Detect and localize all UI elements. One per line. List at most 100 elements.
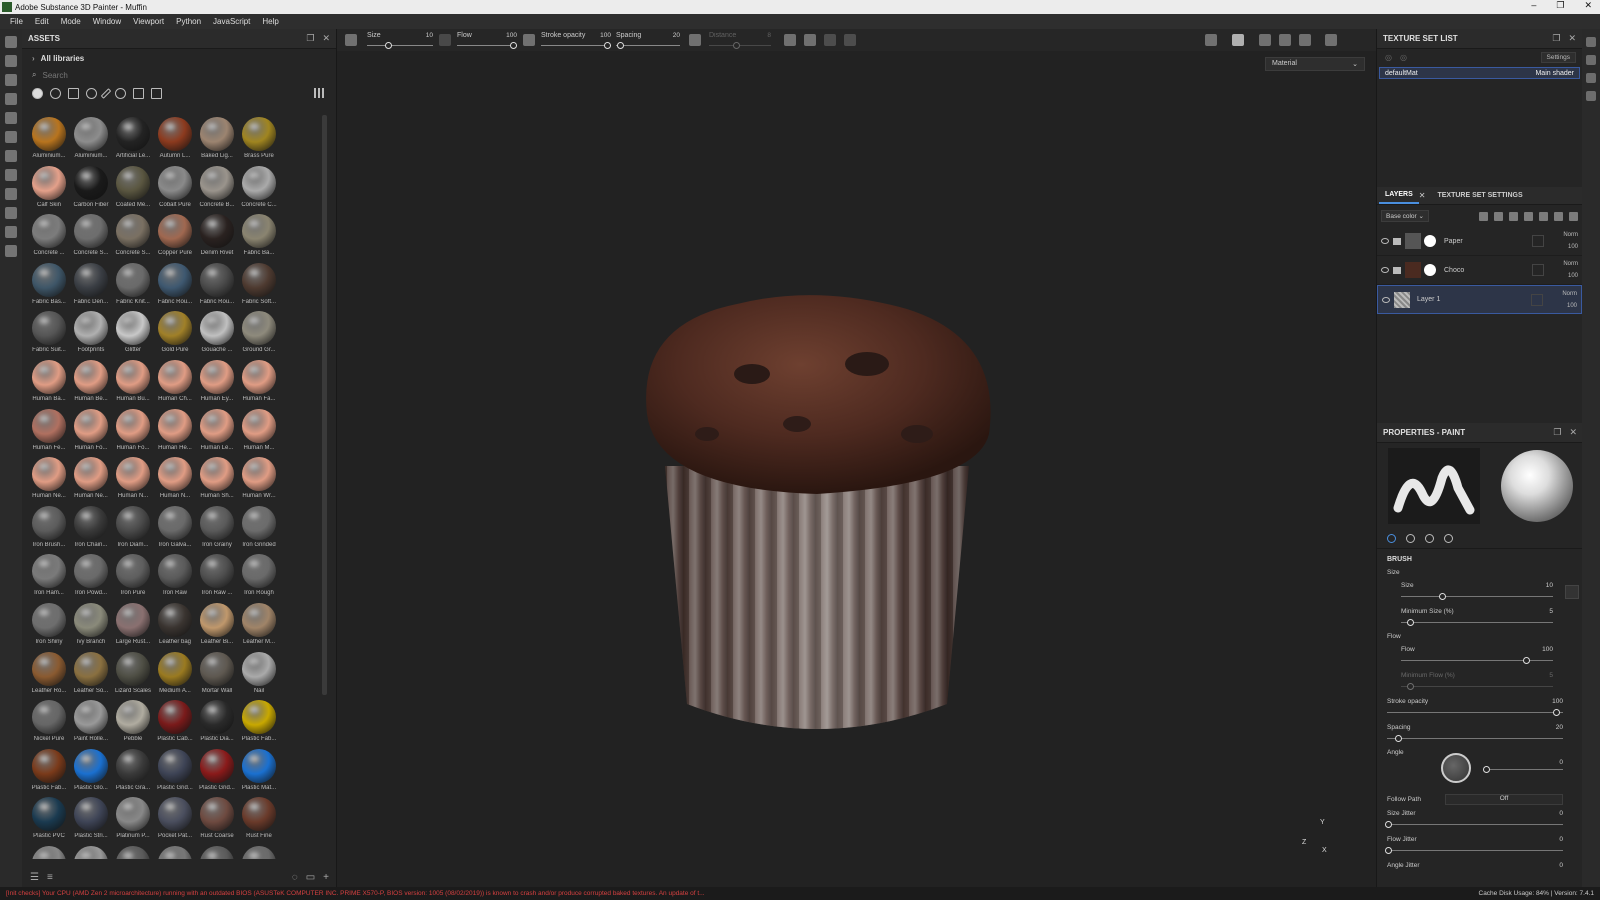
flow-knob[interactable] (1523, 657, 1530, 664)
pressure-icon[interactable] (439, 34, 451, 46)
texture-set-settings-button[interactable]: Settings (1540, 52, 1576, 63)
asset-item[interactable]: Gouache ... (196, 309, 238, 358)
sort-icon[interactable]: ☰ (30, 872, 39, 883)
asset-item[interactable]: Copper Pure (154, 212, 196, 261)
view-mode-icon[interactable] (314, 88, 324, 98)
asset-item[interactable]: Plastic Mat... (238, 747, 280, 796)
asset-item[interactable]: Concrete C... (238, 164, 280, 213)
material-tab-icon[interactable] (1444, 534, 1453, 543)
asset-item[interactable]: Aluminium... (70, 115, 112, 164)
flow-track[interactable] (1401, 660, 1553, 661)
asset-item[interactable]: Fabric Knit... (112, 261, 154, 310)
hide-icon[interactable]: ◎ (1400, 53, 1407, 62)
asset-item[interactable]: Paint Rolle... (70, 698, 112, 747)
pause-icon[interactable] (1232, 34, 1244, 46)
layer-blend[interactable]: Norm 100 (1562, 288, 1577, 312)
asset-item[interactable]: Plastic Gra... (112, 747, 154, 796)
close-panel-icon[interactable]: ✕ (322, 33, 330, 44)
log-icon[interactable] (1586, 91, 1596, 101)
asset-item[interactable]: Human Ey... (196, 358, 238, 407)
asset-item[interactable]: Human M... (238, 407, 280, 456)
asset-item[interactable]: Plastic Stri... (70, 795, 112, 844)
min-size-track[interactable] (1401, 622, 1553, 623)
toolbar-size[interactable]: Size 10 (367, 29, 433, 51)
screenshot-icon[interactable] (1325, 34, 1337, 46)
asset-item[interactable]: Human N... (112, 455, 154, 504)
asset-item[interactable]: Leather Bi... (196, 601, 238, 650)
add-mask-icon[interactable] (1494, 211, 1503, 221)
asset-item[interactable]: Iron Diam... (112, 504, 154, 553)
layer-name[interactable]: Choco (1444, 267, 1464, 274)
asset-item[interactable] (238, 844, 280, 859)
toolbar-spacing-track[interactable] (616, 45, 680, 46)
clone-icon[interactable] (5, 131, 17, 143)
display-settings-icon[interactable] (1586, 37, 1596, 47)
asset-item[interactable]: Plastic Fab... (238, 698, 280, 747)
asset-item[interactable] (112, 844, 154, 859)
toolbar-spacing[interactable]: Spacing 20 (616, 29, 680, 51)
asset-item[interactable]: Human Fa... (238, 358, 280, 407)
asset-item[interactable]: Plastic PVC (28, 795, 70, 844)
asset-item[interactable]: Iron Powd... (70, 552, 112, 601)
asset-item[interactable]: Mortar Wall (196, 650, 238, 699)
layer-row-paper[interactable]: Paper Norm 100 (1377, 227, 1582, 256)
projection-icon[interactable] (5, 74, 17, 86)
grid-filter-icon[interactable] (133, 87, 144, 99)
asset-item[interactable]: Coated Me... (112, 164, 154, 213)
asset-item[interactable]: Ground Gr... (238, 309, 280, 358)
asset-item[interactable]: Plastic Grid... (196, 747, 238, 796)
asset-item[interactable]: Iron Grinded (238, 504, 280, 553)
minimize-button[interactable]: – (1531, 0, 1536, 11)
asset-item[interactable]: Human Fo... (112, 407, 154, 456)
mask-thumbnail[interactable] (1424, 264, 1436, 276)
stroke-opacity-slider[interactable]: Stroke opacity 100 (1377, 695, 1583, 721)
texture-filter-icon[interactable] (115, 87, 126, 99)
asset-item[interactable]: Leather bag (154, 601, 196, 650)
close-panel-icon[interactable]: ✕ (1569, 427, 1577, 438)
menu-help[interactable]: Help (256, 17, 284, 26)
angle-jitter-slider[interactable]: Angle Jitter 0 (1377, 859, 1583, 873)
asset-item[interactable]: Gold Pure (154, 309, 196, 358)
asset-item[interactable]: Fabric Den... (70, 261, 112, 310)
asset-item[interactable]: Fabric Rou... (154, 261, 196, 310)
asset-item[interactable]: Iron Raw (154, 552, 196, 601)
environment-filter-icon[interactable] (151, 87, 162, 99)
min-flow-slider[interactable]: Minimum Flow (%) 5 (1377, 669, 1583, 695)
add-effect-icon[interactable] (1479, 211, 1488, 221)
smart-materials-filter-icon[interactable] (50, 87, 61, 99)
history-icon[interactable] (1586, 73, 1596, 83)
menu-viewport[interactable]: Viewport (127, 17, 170, 26)
menu-edit[interactable]: Edit (29, 17, 55, 26)
follow-path-toggle[interactable]: Off (1445, 793, 1563, 805)
paint-brush-icon[interactable] (5, 36, 17, 48)
float-panel-icon[interactable]: ❐ (1552, 33, 1560, 44)
close-panel-icon[interactable]: ✕ (1568, 33, 1576, 44)
toolbar-spacing-knob[interactable] (617, 42, 624, 49)
mask-filter-icon[interactable] (68, 87, 79, 99)
status-error-message[interactable]: [Init checks] Your CPU (AMD Zen 2 microa… (6, 890, 1479, 897)
asset-item[interactable]: Iron Grainy (196, 504, 238, 553)
brush-preset-icon[interactable] (345, 34, 357, 46)
toolbar-flow[interactable]: Flow 100 (457, 29, 517, 51)
asset-search[interactable]: ⌕ Search (22, 67, 336, 83)
asset-item[interactable]: Calf Skin (28, 164, 70, 213)
materials-filter-icon[interactable] (32, 87, 43, 99)
camera-icon[interactable] (1299, 34, 1311, 46)
asset-item[interactable]: Concrete S... (70, 212, 112, 261)
layer-name[interactable]: Layer 1 (1417, 296, 1440, 303)
flow-jitter-track[interactable] (1387, 850, 1563, 851)
asset-item[interactable]: Fabric Rou... (196, 261, 238, 310)
list-icon[interactable]: ≡ (47, 872, 53, 883)
asset-item[interactable]: Glitter (112, 309, 154, 358)
eye-icon[interactable] (1381, 238, 1389, 244)
float-panel-icon[interactable]: ❐ (1553, 427, 1561, 438)
min-size-slider[interactable]: Minimum Size (%) 5 (1377, 605, 1583, 631)
menu-mode[interactable]: Mode (55, 17, 87, 26)
toolbar-stroke-opacity-knob[interactable] (604, 42, 611, 49)
angle-control[interactable]: Angle 0 (1377, 747, 1583, 791)
lazy-mouse-icon[interactable] (689, 34, 701, 46)
size-jitter-slider[interactable]: Size Jitter 0 (1377, 807, 1583, 833)
asset-item[interactable]: Rust Fine (238, 795, 280, 844)
asset-item[interactable]: Iron Shiny (28, 601, 70, 650)
asset-item[interactable]: Plastic Dia... (196, 698, 238, 747)
